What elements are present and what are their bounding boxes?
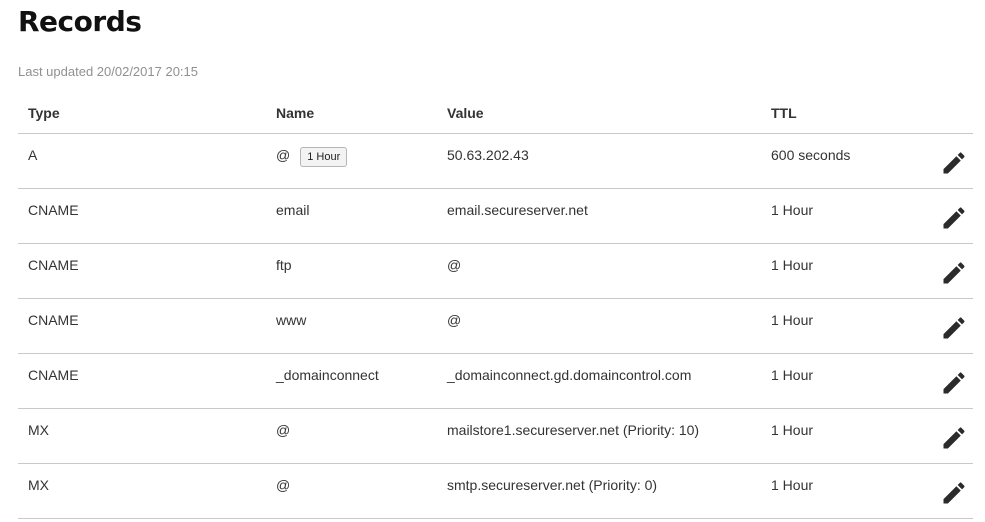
record-value: @ [447,312,462,328]
pencil-icon [943,372,965,394]
table-row: A @1 Hour 50.63.202.43 600 seconds [18,134,973,189]
table-row: CNAME ftp @ 1 Hour [18,244,973,299]
record-ttl: 600 seconds [771,147,851,163]
record-type: MX [28,477,49,493]
record-value: email.secureserver.net [447,202,588,218]
column-header-value: Value [447,105,484,121]
table-row: CNAME _domainconnect _domainconnect.gd.d… [18,354,973,409]
edit-record-button[interactable] [940,259,968,287]
record-value: @ [447,257,462,273]
pencil-icon [943,207,965,229]
record-name: email [276,202,310,218]
edit-record-button[interactable] [940,314,968,342]
record-name: www [276,312,307,328]
record-value: smtp.secureserver.net (Priority: 0) [447,477,658,493]
edit-record-button[interactable] [940,149,968,177]
pencil-icon [943,152,965,174]
record-ttl: 1 Hour [771,257,814,273]
table-row: CNAME email email.secureserver.net 1 Hou… [18,189,973,244]
record-ttl: 1 Hour [771,312,814,328]
edit-record-button[interactable] [940,424,968,452]
table-header-row: Type Name Value TTL [18,92,973,134]
table-row: CNAME www @ 1 Hour [18,299,973,354]
column-header-name: Name [276,105,315,121]
record-name: @1 Hour [276,146,348,168]
record-type: A [28,147,38,163]
edit-record-button[interactable] [940,479,968,507]
records-table: Type Name Value TTL A @1 Hour 50.63.202.… [18,92,973,519]
record-ttl: 1 Hour [771,422,814,438]
pencil-icon [943,427,965,449]
last-updated-text: Last updated 20/02/2017 20:15 [18,64,198,79]
records-page: Records Last updated 20/02/2017 20:15 Ty… [0,0,985,522]
record-value: 50.63.202.43 [447,147,529,163]
record-ttl: 1 Hour [771,367,814,383]
record-value: _domainconnect.gd.domaincontrol.com [447,367,692,383]
ttl-tooltip-badge: 1 Hour [300,147,348,168]
page-title: Records [18,5,142,38]
column-header-type: Type [28,105,60,121]
record-name-text: @ [276,147,291,163]
record-type: CNAME [28,312,79,328]
edit-record-button[interactable] [940,369,968,397]
record-name: @ [276,422,291,438]
record-type: CNAME [28,367,79,383]
table-row: MX @ smtp.secureserver.net (Priority: 0)… [18,464,973,519]
record-type: CNAME [28,202,79,218]
record-type: CNAME [28,257,79,273]
pencil-icon [943,482,965,504]
record-type: MX [28,422,49,438]
record-name: _domainconnect [276,367,379,383]
record-name: ftp [276,257,292,273]
record-value: mailstore1.secureserver.net (Priority: 1… [447,422,700,438]
table-row: MX @ mailstore1.secureserver.net (Priori… [18,409,973,464]
record-ttl: 1 Hour [771,202,814,218]
column-header-ttl: TTL [771,105,797,121]
pencil-icon [943,317,965,339]
edit-record-button[interactable] [940,204,968,232]
record-ttl: 1 Hour [771,477,814,493]
pencil-icon [943,262,965,284]
record-name: @ [276,477,291,493]
